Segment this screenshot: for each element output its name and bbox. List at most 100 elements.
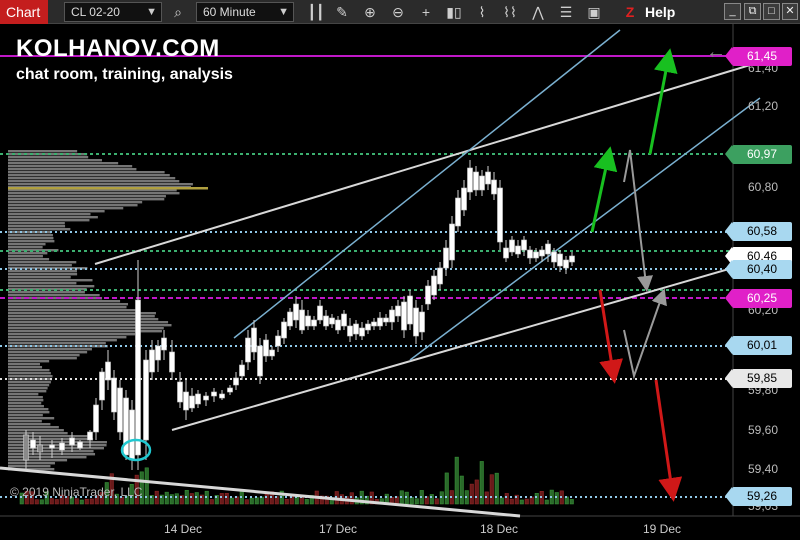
volume-bar (519, 499, 524, 505)
volume-profile-bar (8, 177, 176, 180)
z-order-icon[interactable]: Z (620, 2, 640, 22)
candle-body (383, 317, 389, 323)
volume-profile-bar (8, 402, 42, 405)
zoom-out-icon[interactable]: ⊖ (388, 2, 408, 22)
volume-bar (349, 492, 354, 505)
chart-style-icon[interactable]: ▮▯ (444, 2, 464, 22)
volume-profile-bar (8, 360, 50, 363)
volume-profile-bar (8, 171, 165, 174)
chart-tab[interactable]: Chart (0, 0, 48, 24)
help-button[interactable]: Help (645, 0, 675, 24)
candle-body (341, 313, 347, 327)
candle-body (219, 393, 225, 399)
back-arrow-icon[interactable]: ← (706, 41, 726, 63)
list-icon[interactable]: ☰ (556, 2, 576, 22)
red-arrow-down-2[interactable] (654, 379, 683, 502)
volume-bar (174, 493, 179, 505)
candle-body (473, 171, 479, 191)
volume-profile-bar (8, 408, 49, 411)
volume-profile-bar (8, 231, 52, 234)
candle-body (269, 349, 275, 357)
volume-bar (49, 498, 54, 505)
green-arrow-up-1[interactable] (590, 146, 618, 233)
candle-body (59, 442, 65, 451)
candle-body (527, 249, 533, 259)
volume-profile-bar (8, 429, 64, 432)
candle-body (515, 245, 521, 255)
volume-bar (164, 491, 169, 505)
pencil-icon[interactable]: ✎ (332, 2, 352, 22)
candle-body (401, 301, 407, 331)
gray-arrow-path-1[interactable] (623, 149, 653, 292)
volume-bar (474, 479, 479, 505)
chart-toolbar: Chart CL 02-20 ▼ ⌕ 60 Minute ▼ ┃┃ ✎ ⊕ ⊖ … (0, 0, 800, 24)
candle-body (311, 319, 317, 327)
volume-bar (469, 483, 474, 505)
interval-selector[interactable]: 60 Minute ▼ (196, 2, 294, 22)
price-tag[interactable]: 60,58 (725, 222, 792, 241)
snapshot-icon[interactable]: ▣ (584, 2, 604, 22)
candle-body (371, 321, 377, 327)
price-tag[interactable]: 60,40 (725, 260, 792, 279)
price-tag[interactable]: 59,85 (725, 369, 792, 388)
zoom-in-icon[interactable]: ⊕ (360, 2, 380, 22)
chart-canvas[interactable]: ← (0, 24, 800, 540)
price-tag[interactable]: 60,25 (725, 289, 792, 308)
volume-profile-bar (8, 210, 105, 213)
volume-profile-bar (8, 261, 77, 264)
instrument-selector[interactable]: CL 02-20 ▼ (64, 2, 162, 22)
volume-profile-bar (8, 399, 44, 402)
volume-profile-bar (8, 252, 48, 255)
properties-icon[interactable]: ⋀ (528, 2, 548, 22)
candle-body (389, 309, 395, 323)
candle-body (335, 319, 341, 331)
volume-bar (494, 472, 499, 505)
maximize-button[interactable]: □ (763, 3, 780, 20)
candle-body (365, 323, 371, 331)
gray-arrow-path-2[interactable] (623, 288, 667, 380)
volume-profile-bar (8, 273, 78, 276)
volume-profile-bar (8, 339, 117, 342)
candle-body (413, 307, 419, 337)
volume-profile-bar (8, 228, 71, 231)
volume-bar (84, 498, 89, 505)
volume-profile-bar (8, 417, 55, 420)
volume-profile-bar (8, 156, 89, 159)
volume-profile-bar (8, 285, 95, 288)
close-button[interactable]: ✕ (782, 3, 798, 20)
y-tick: 59,60 (748, 423, 779, 437)
price-tag[interactable]: 60,97 (725, 145, 792, 164)
strategies-icon[interactable]: ⌇⌇ (500, 2, 520, 22)
candle-body (143, 359, 149, 441)
volume-bar (429, 494, 434, 505)
channel-lower-line[interactable] (409, 97, 761, 361)
brand-title: KOLHANOV.COM (16, 35, 220, 62)
green-arrow-up-2[interactable] (648, 48, 678, 155)
candle-body (551, 251, 557, 263)
price-chart[interactable]: ← (0, 24, 800, 540)
candle-body (117, 387, 123, 433)
indicators-icon[interactable]: ⌇ (472, 2, 492, 22)
upper-trendline[interactable] (94, 61, 761, 265)
candle-body (437, 267, 443, 285)
price-tag[interactable]: 59,26 (725, 487, 792, 506)
x-tick: 18 Dec (480, 522, 519, 536)
volume-profile-bar (8, 207, 124, 210)
crosshair-icon[interactable]: + (416, 2, 436, 22)
price-tag[interactable]: 61,45 (725, 47, 792, 66)
volume-profile-bar (8, 405, 44, 408)
candle-body (227, 387, 233, 393)
candle-body (177, 381, 183, 403)
restore-button[interactable]: ⧉ (744, 3, 761, 20)
search-icon[interactable]: ⌕ (168, 2, 188, 22)
volume-profile-bar (8, 198, 165, 201)
candle-body (257, 345, 263, 377)
volume-bar (459, 475, 464, 505)
volume-profile-bar (8, 279, 93, 282)
bars-icon[interactable]: ┃┃ (306, 2, 326, 22)
minimize-button[interactable]: _ (724, 3, 741, 20)
candle-body (189, 395, 195, 409)
candle-body (347, 325, 353, 337)
volume-bar (259, 496, 264, 505)
price-tag[interactable]: 60,01 (725, 336, 792, 355)
